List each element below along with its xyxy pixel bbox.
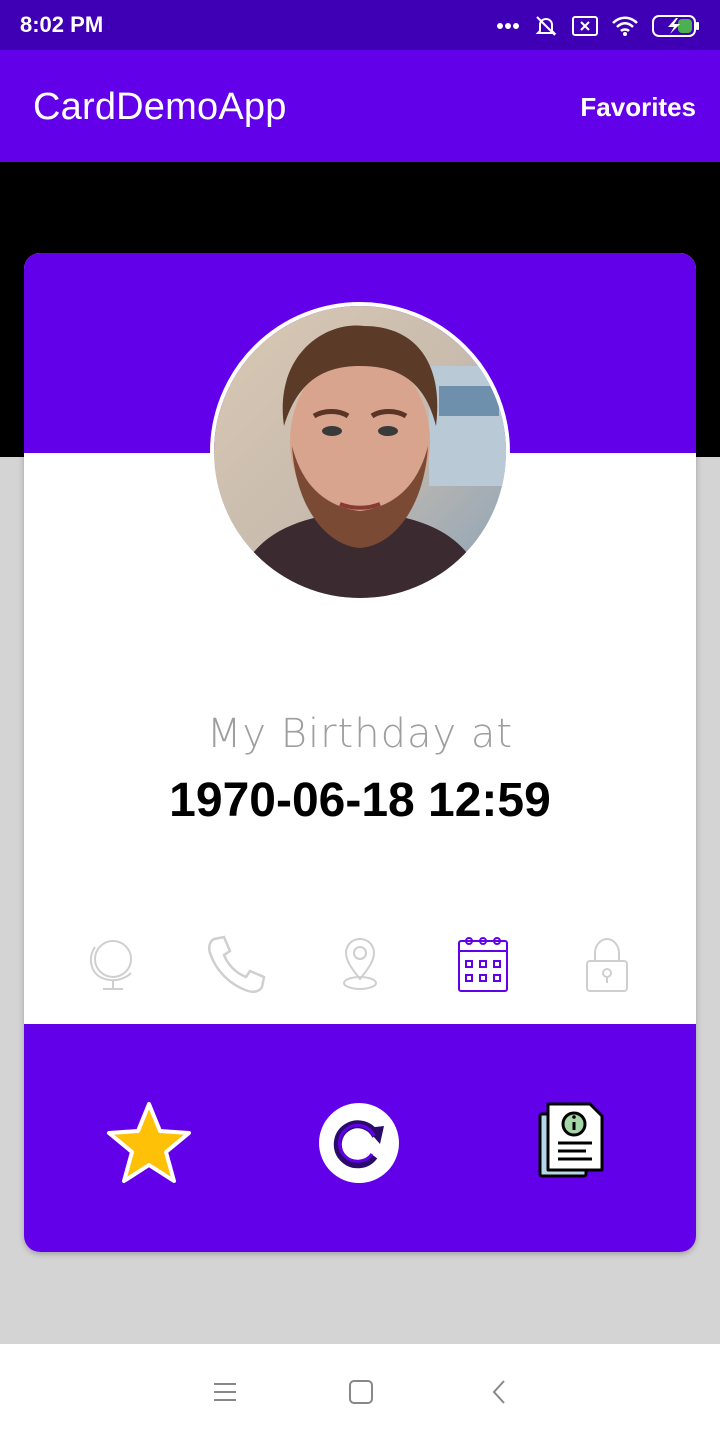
muted-bell-icon (534, 14, 558, 38)
globe-icon[interactable] (81, 933, 145, 997)
birthday-label: My Birthday at (206, 711, 514, 757)
app-title: CardDemoApp (33, 86, 287, 128)
home-icon[interactable] (343, 1378, 379, 1408)
system-nav-bar (0, 1344, 720, 1440)
avatar[interactable] (210, 302, 510, 602)
favorites-button[interactable]: Favorites (580, 92, 696, 123)
refresh-icon[interactable] (314, 1098, 404, 1188)
lock-icon[interactable] (575, 933, 639, 997)
menu-icon[interactable] (207, 1378, 243, 1408)
profile-card: My Birthday at 1970-06-18 12:59 (24, 253, 696, 1252)
wifi-icon (612, 15, 638, 37)
status-icons (496, 12, 700, 40)
more-dots-icon (496, 22, 520, 30)
battery-charging-icon (652, 14, 700, 38)
info-document-icon[interactable] (526, 1098, 616, 1188)
star-icon[interactable] (104, 1098, 194, 1188)
app-bar: CardDemoApp Favorites (0, 50, 720, 162)
phone-icon[interactable] (204, 933, 268, 997)
info-icon-row (24, 933, 696, 997)
status-bar: 8:02 PM (0, 0, 720, 50)
calendar-icon[interactable] (451, 933, 515, 997)
status-time: 8:02 PM (20, 12, 104, 37)
back-icon[interactable] (482, 1378, 518, 1408)
sim-x-icon (572, 15, 598, 37)
birthday-value: 1970-06-18 12:59 (169, 774, 551, 827)
location-pin-icon[interactable] (328, 933, 392, 997)
